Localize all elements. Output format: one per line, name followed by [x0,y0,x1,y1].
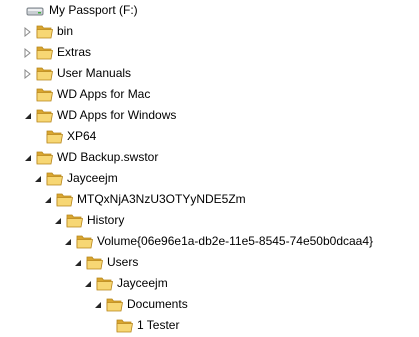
folder-icon [96,275,114,292]
tree-item-volume[interactable]: Volume{06e96e1a-db2e-11e5-8545-74e50b0dc… [0,231,419,252]
tree-item-drive[interactable]: My Passport (F:) [0,0,419,21]
tree-item-label: Documents [127,297,188,311]
tree-item-label: Extras [57,45,92,59]
tree-item-label: Jayceejm [67,171,118,185]
folder-icon [46,170,64,187]
tree-item-xp64[interactable]: XP64 [0,126,419,147]
folder-icon [36,107,54,124]
collapse-arrow-icon[interactable] [44,189,52,210]
folder-icon [116,317,134,334]
tree-item-jayceejm[interactable]: Jayceejm [0,168,419,189]
folder-icon [46,128,64,145]
tree-item-label: User Manuals [57,66,132,80]
folder-icon [36,65,54,82]
collapse-arrow-icon[interactable] [84,273,92,294]
tree-item-users[interactable]: Users [0,252,419,273]
folder-icon [76,233,94,250]
tree-item-wd-backup[interactable]: WD Backup.swstor [0,147,419,168]
collapse-arrow-icon[interactable] [24,105,32,126]
collapse-arrow-icon[interactable] [54,210,62,231]
tree-item-extras[interactable]: Extras [0,42,419,63]
folder-icon [36,86,54,103]
tree-item-label: Jayceejm [117,276,168,290]
folder-icon [106,296,124,313]
tree-item-label: 1 Tester [137,318,180,332]
folder-icon [36,149,54,166]
expand-arrow-icon[interactable] [24,63,32,84]
tree-item-label: Users [107,255,139,269]
folder-icon [56,191,74,208]
folder-icon [86,254,104,271]
tree-item-label: WD Apps for Windows [57,108,177,122]
tree-item-wd-apps-mac[interactable]: WD Apps for Mac [0,84,419,105]
tree-item-jayceejm-user[interactable]: Jayceejm [0,273,419,294]
tree-item-wd-apps-windows[interactable]: WD Apps for Windows [0,105,419,126]
tree-item-label: History [87,213,125,227]
collapse-arrow-icon[interactable] [94,294,102,315]
folder-icon [66,212,84,229]
tree-item-user-manuals[interactable]: User Manuals [0,63,419,84]
collapse-arrow-icon[interactable] [24,147,32,168]
drive-icon [26,2,44,19]
tree-item-label: Volume{06e96e1a-db2e-11e5-8545-74e50b0dc… [97,234,374,248]
tree-item-history[interactable]: History [0,210,419,231]
tree-item-label: WD Backup.swstor [57,150,159,164]
folder-icon [36,23,54,40]
tree-item-mtqx[interactable]: MTQxNjA3NzU3OTYyNDE5Zm [0,189,419,210]
collapse-arrow-icon[interactable] [34,168,42,189]
tree-item-documents[interactable]: Documents [0,294,419,315]
tree-item-1-tester[interactable]: 1 Tester [0,315,419,336]
folder-icon [36,44,54,61]
collapse-arrow-icon[interactable] [64,231,72,252]
tree-item-label: WD Apps for Mac [57,87,151,101]
collapse-arrow-icon[interactable] [74,252,82,273]
expand-arrow-icon[interactable] [24,42,32,63]
expand-arrow-icon[interactable] [24,21,32,42]
tree-item-bin[interactable]: bin [0,21,419,42]
folder-tree: My Passport (F:) bin Extras User Manuals… [0,0,419,336]
tree-item-label: bin [57,24,74,38]
tree-item-label: MTQxNjA3NzU3OTYyNDE5Zm [77,192,246,206]
tree-item-label: XP64 [67,129,97,143]
drive-label: My Passport (F:) [49,3,138,17]
